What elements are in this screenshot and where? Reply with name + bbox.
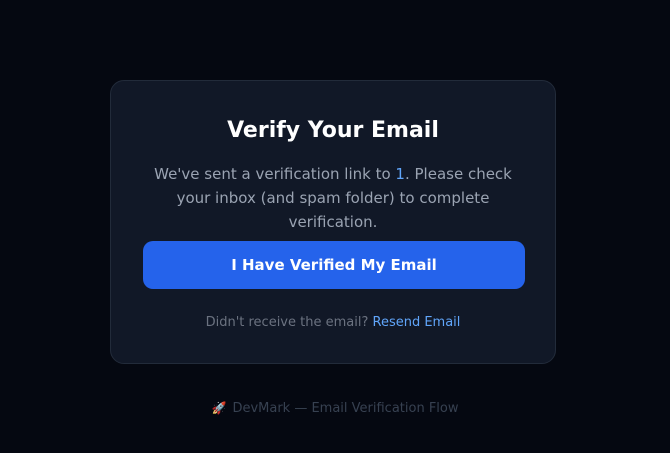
footer-text: DevMark — Email Verification Flow — [232, 401, 459, 416]
resend-prompt: Didn't receive the email? — [205, 315, 369, 330]
footer: 🚀 DevMark — Email Verification Flow — [0, 399, 670, 418]
verification-card: Verify Your Email We've sent a verificat… — [110, 80, 556, 364]
rocket-icon: 🚀 — [211, 401, 227, 415]
page-title: Verify Your Email — [227, 118, 439, 143]
verification-message: We've sent a verification link to 1. Ple… — [141, 162, 525, 234]
resend-row: Didn't receive the email? Resend Email — [111, 314, 555, 332]
verified-email-button[interactable]: I Have Verified My Email — [143, 241, 525, 289]
page: Verify Your Email We've sent a verificat… — [0, 0, 670, 453]
resend-email-link[interactable]: Resend Email — [373, 315, 461, 330]
message-text-before: We've sent a verification link to — [154, 165, 396, 183]
email-address: 1 — [395, 165, 405, 183]
